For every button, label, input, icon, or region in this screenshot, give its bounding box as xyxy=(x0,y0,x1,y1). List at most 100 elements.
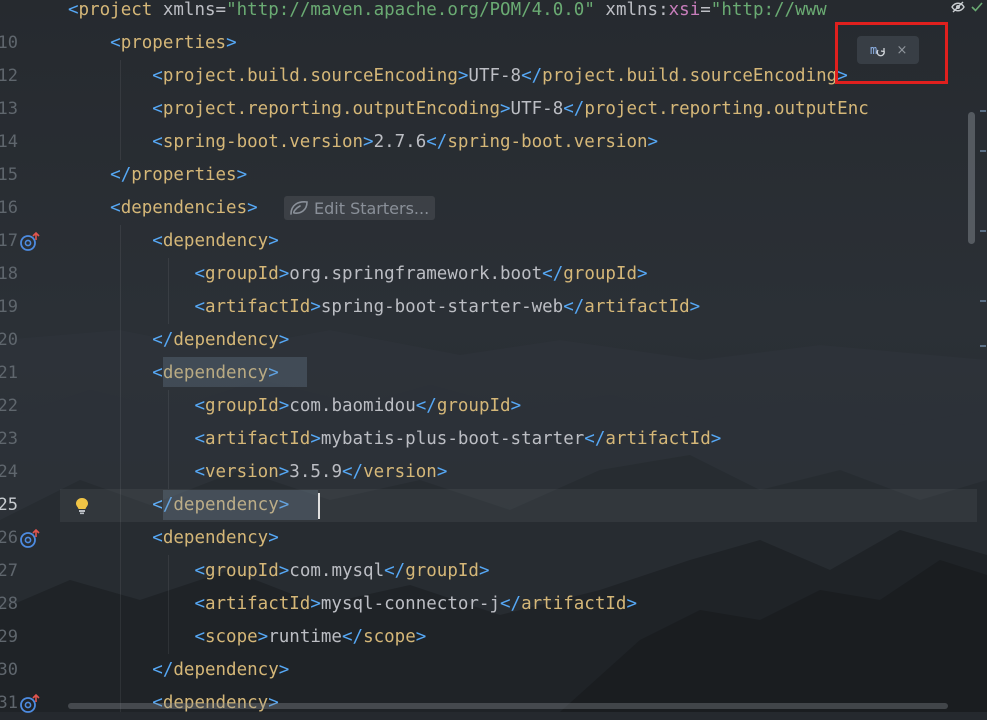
code-line[interactable]: </dependency> xyxy=(68,324,289,357)
edit-starters-inlay[interactable]: Edit Starters... xyxy=(284,196,436,220)
edit-starters-label: Edit Starters... xyxy=(314,198,430,218)
code-token: dependency xyxy=(173,660,279,680)
eye-crossed-icon[interactable] xyxy=(951,0,965,14)
code-token: </ xyxy=(563,99,585,119)
code-token: > xyxy=(626,594,637,614)
code-line[interactable]: </properties> xyxy=(68,159,247,192)
code-token: runtime xyxy=(268,627,342,647)
code-token: </ xyxy=(415,396,437,416)
code-token: groupId xyxy=(204,396,279,416)
indent-guide xyxy=(120,60,121,160)
error-stripe xyxy=(978,0,987,712)
indent-guide xyxy=(168,390,169,489)
code-token: > xyxy=(278,264,290,284)
code-token: > xyxy=(278,660,290,680)
code-token: > xyxy=(310,594,321,614)
code-token: < xyxy=(194,429,205,449)
code-token: UTF-8 xyxy=(510,99,564,119)
code-token: = xyxy=(700,0,711,20)
code-token: mysql-connector-j xyxy=(320,594,501,614)
code-token: artifactId xyxy=(584,297,690,317)
vertical-scrollbar[interactable] xyxy=(968,112,975,244)
code-line[interactable]: </dependency> xyxy=(68,654,289,687)
code-token: artifactId xyxy=(204,594,311,614)
code-line[interactable]: <dependency> xyxy=(68,522,278,555)
code-line[interactable]: <properties> xyxy=(68,27,236,60)
horizontal-scrollbar[interactable] xyxy=(68,703,948,709)
code-token: > xyxy=(500,99,511,119)
code-token: </ xyxy=(426,132,448,152)
code-token: artifactId xyxy=(204,297,311,317)
code-token: 2.7.6 xyxy=(373,132,427,152)
code-line[interactable]: <spring-boot.version>2.7.6</spring-boot.… xyxy=(68,126,658,159)
code-token: spring-boot.version xyxy=(162,132,364,152)
code-token: = xyxy=(215,0,227,20)
code-token: > xyxy=(247,198,258,218)
code-token: groupId xyxy=(436,396,511,416)
code-token: dependencies xyxy=(120,198,248,218)
code-token: < xyxy=(152,363,163,383)
code-line[interactable]: <project.reporting.outputEncoding>UTF-8<… xyxy=(68,93,869,126)
code-token: org.springframework.boot xyxy=(289,264,543,284)
indent-guide xyxy=(168,555,169,654)
code-token: mybatis-plus-boot-starter xyxy=(320,429,585,449)
code-line[interactable]: <scope>runtime</scope> xyxy=(68,621,426,654)
code-token: < xyxy=(194,297,205,317)
code-token: "http://maven.apache.org/POM/4.0.0" xyxy=(226,0,595,20)
code-token: < xyxy=(152,99,163,119)
code-token: > xyxy=(415,627,427,647)
code-token: < xyxy=(68,0,79,20)
annotation-highlight-box xyxy=(835,22,948,84)
code-token: </ xyxy=(500,594,522,614)
code-token: project.reporting.outputEncoding xyxy=(162,99,500,119)
code-token: < xyxy=(152,231,163,251)
code-line[interactable]: <dependency> xyxy=(68,225,278,258)
code-token: </ xyxy=(384,561,406,581)
code-token: </ xyxy=(584,429,606,449)
code-token: > xyxy=(257,627,269,647)
code-line[interactable]: <project xmlns="http://maven.apache.org/… xyxy=(68,0,827,27)
code-token: > xyxy=(236,165,248,185)
code-token: project.build.sourceEncoding xyxy=(162,66,458,86)
code-token: < xyxy=(194,396,205,416)
code-line[interactable]: <version>3.5.9</version> xyxy=(68,456,447,489)
code-line[interactable]: <artifactId>mybatis-plus-boot-starter</a… xyxy=(68,423,721,456)
code-token: dependency xyxy=(173,330,279,350)
code-token: project xyxy=(78,0,153,20)
code-line[interactable]: <groupId>com.baomidou</groupId> xyxy=(68,390,521,423)
code-token: properties xyxy=(120,33,227,53)
code-token: properties xyxy=(131,165,237,185)
code-token: > xyxy=(710,429,722,449)
code-line[interactable]: <artifactId>mysql-connector-j</artifactI… xyxy=(68,588,637,621)
code-line[interactable]: <dependencies> xyxy=(68,192,258,225)
code-line[interactable]: <groupId>org.springframework.boot</group… xyxy=(68,258,647,291)
code-token: > xyxy=(310,429,321,449)
code-token: xmlns xyxy=(162,0,216,20)
code-line[interactable]: <groupId>com.mysql</groupId> xyxy=(68,555,489,588)
code-token: > xyxy=(647,132,659,152)
code-token: </ xyxy=(341,627,364,647)
code-token: > xyxy=(363,132,374,152)
code-token: < xyxy=(110,198,121,218)
code-token: > xyxy=(457,66,469,86)
code-token: </ xyxy=(110,165,132,185)
code-token: artifactId xyxy=(521,594,627,614)
code-line[interactable]: <project.build.sourceEncoding>UTF-8</pro… xyxy=(68,60,847,93)
code-token: "http://www xyxy=(710,0,827,20)
code-line[interactable]: <artifactId>spring-boot-starter-web</art… xyxy=(68,291,700,324)
code-token: < xyxy=(110,33,121,53)
code-token: < xyxy=(194,627,205,647)
code-editor[interactable]: <project xmlns="http://maven.apache.org/… xyxy=(0,0,987,713)
